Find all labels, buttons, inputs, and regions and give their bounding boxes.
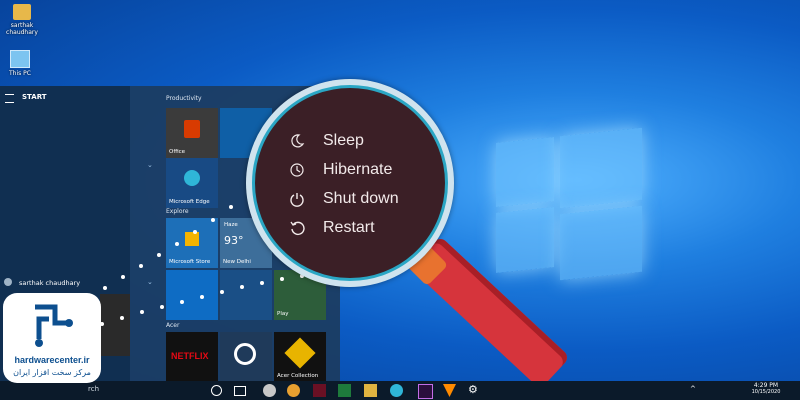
store-icon [185,232,199,246]
clock-icon [290,163,304,177]
app-icon[interactable] [338,384,351,397]
logo-persian-text: مرکز سخت افزار ایران [13,368,91,377]
desktop-icon-label: This PC [9,70,31,77]
group-label-acer: Acer [166,322,180,329]
tile-netflix[interactable]: NETFLIX [166,332,218,382]
tile-office[interactable]: Office [166,108,218,158]
group-label-explore: Explore [166,208,189,215]
edge-icon [184,170,200,186]
power-option-shut-down[interactable]: Shut down [289,186,399,212]
start-user-name[interactable]: sarthak chaudhary [19,279,80,287]
app-icon[interactable] [313,384,326,397]
desktop-icon-label: sarthak chaudhary [6,22,38,36]
moon-icon [291,134,305,148]
acer-collection-icon [284,337,316,369]
tile-solitaire[interactable] [166,270,218,320]
restart-icon [290,221,305,235]
hamburger-icon[interactable] [5,94,14,103]
tile-store[interactable]: Microsoft Store [166,218,218,268]
folder-icon[interactable] [364,384,377,397]
chip-logo-icon [35,304,73,347]
task-view-icon[interactable] [234,386,246,396]
tile-edge[interactable]: Microsoft Edge [166,158,218,208]
power-flyout-mini [100,294,130,356]
desktop-icon-user-folder[interactable]: sarthak chaudhary [2,4,42,36]
chevron-down-icon[interactable]: ⌄ [147,278,153,286]
tile-acer-collection[interactable]: Acer Collection [274,332,326,382]
power-option-restart[interactable]: Restart [289,215,375,241]
power-option-sleep[interactable]: Sleep [289,128,364,154]
app-icon[interactable] [443,384,456,397]
user-avatar-icon[interactable] [4,278,12,286]
desktop-icon-this-pc[interactable]: This PC [0,50,40,77]
taskbar-search-box[interactable]: rch [88,385,99,393]
app-icon[interactable] [263,384,276,397]
premiere-icon[interactable] [418,384,433,399]
power-icon [290,193,304,207]
hardwarecenter-logo: hardwarecenter.ir مرکز سخت افزار ایران [3,293,101,383]
clock-time: 4:29 PM [753,382,779,389]
group-label-productivity: Productivity [166,95,202,102]
folder-user-icon [13,4,31,20]
computer-icon [10,50,30,68]
chrome-icon[interactable] [287,384,300,397]
office-icon [184,120,200,138]
clock-date: 10/15/2020 [751,389,781,395]
taskbar: rch ⚙ ^ 4:29 PM 10/15/2020 [0,381,800,400]
power-option-hibernate[interactable]: Hibernate [289,157,392,183]
cortana-icon[interactable] [211,385,222,396]
tray-chevron-icon[interactable]: ^ [690,385,696,393]
chevron-down-icon[interactable]: ⌄ [147,161,153,169]
start-header: START [22,93,47,101]
gear-icon[interactable]: ⚙ [468,383,481,396]
edge-icon[interactable] [390,384,403,397]
logo-site-text: hardwarecenter.ir [14,355,90,365]
power-menu-lens: Sleep Hibernate Shut down Restart [252,85,448,281]
app-logo-icon [234,343,256,365]
tile-app[interactable] [220,270,272,320]
clock[interactable]: 4:29 PM 10/15/2020 [744,382,788,395]
tile-cyberlink[interactable] [220,332,272,382]
